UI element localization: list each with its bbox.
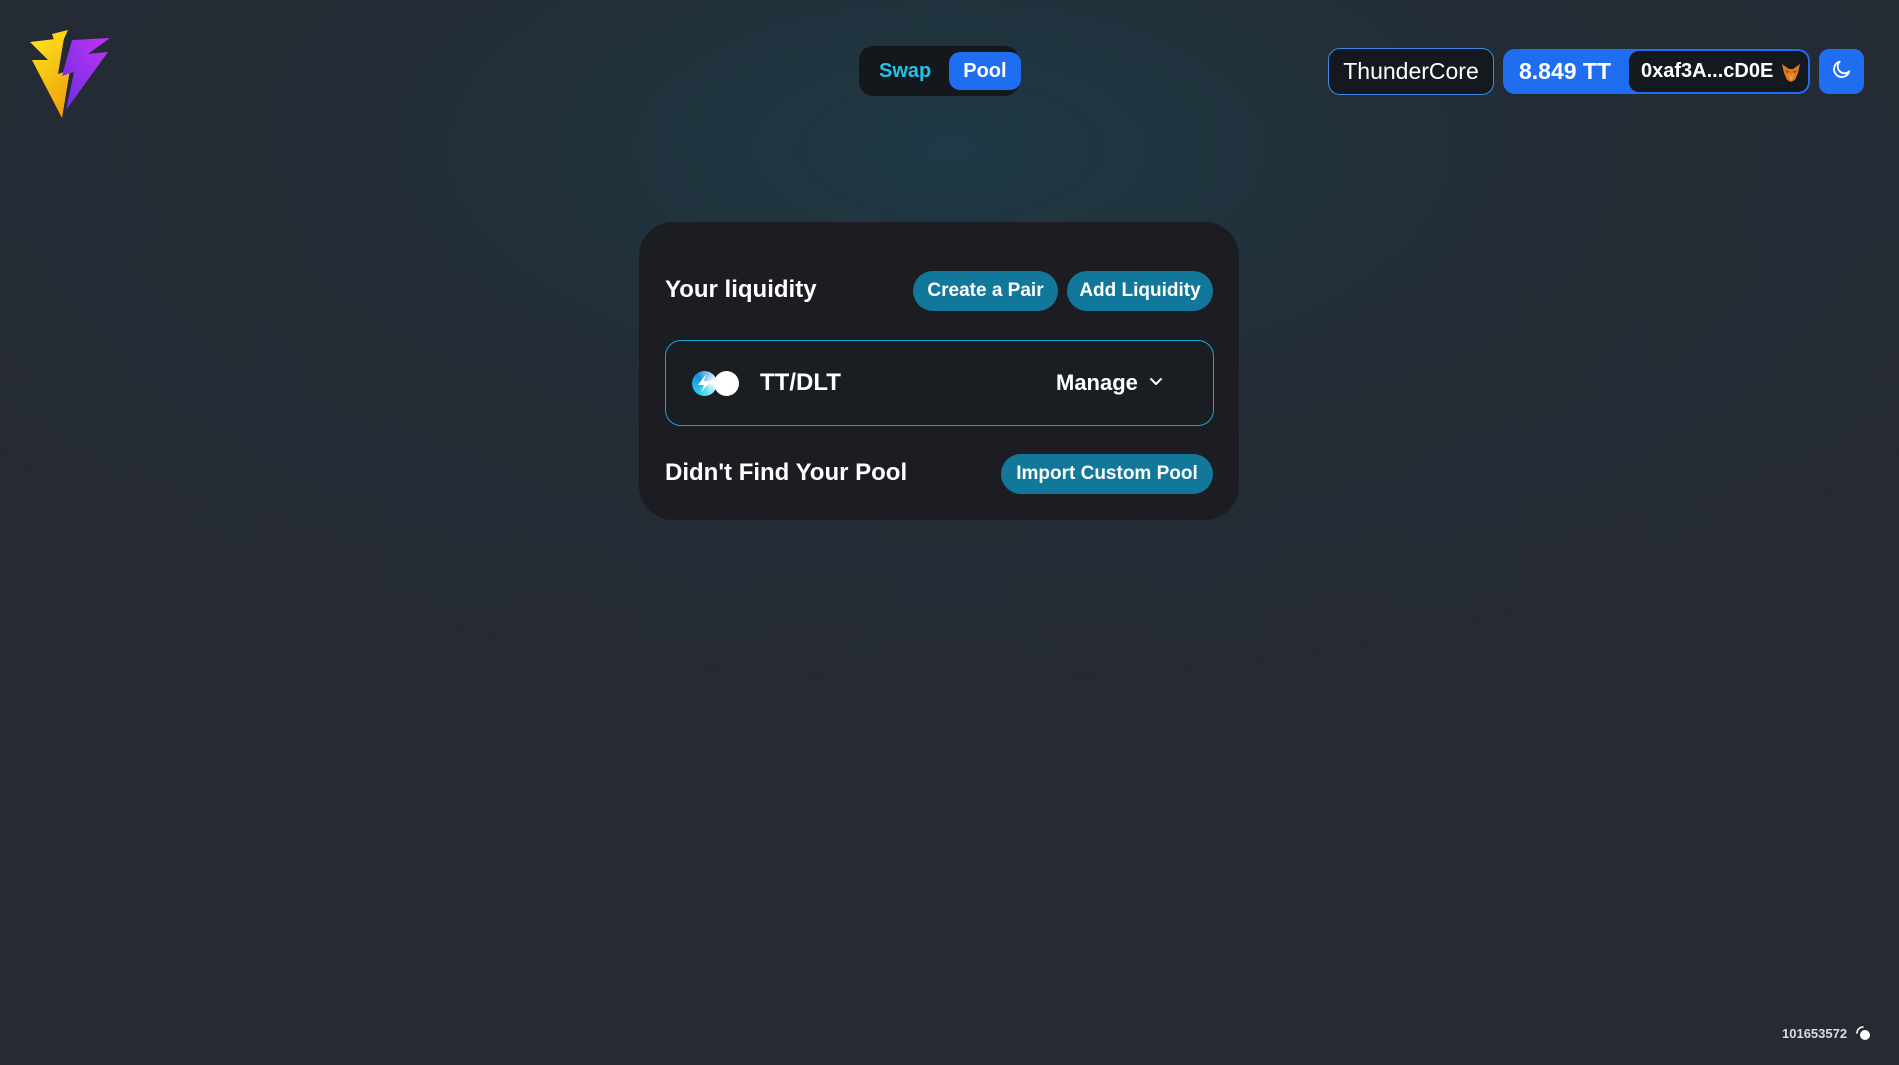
block-number: 101653572 [1782, 1025, 1848, 1041]
chevron-down-icon [1148, 373, 1164, 394]
tab-swap[interactable]: Swap [865, 52, 945, 90]
wallet-address: 0xaf3A...cD0E [1641, 60, 1774, 82]
block-sync-icon [1853, 1023, 1873, 1043]
manage-button[interactable]: Manage [1056, 367, 1164, 399]
swap-pool-toggle: Swap Pool [859, 46, 1021, 96]
pool-not-found-text: Didn't Find Your Pool [665, 459, 908, 486]
import-custom-pool-button[interactable]: Import Custom Pool [1001, 454, 1213, 494]
network-selector-button[interactable]: ThunderCore [1328, 48, 1494, 95]
liquidity-card: Your liquidity Create a Pair Add Liquidi… [639, 222, 1239, 520]
create-pair-button[interactable]: Create a Pair [913, 271, 1058, 311]
thunder-logo-icon[interactable] [28, 30, 112, 120]
pair-icons [692, 371, 742, 397]
wallet-balance: 8.849 TT [1518, 58, 1612, 84]
block-status: 101653572 [1782, 1022, 1873, 1044]
add-liquidity-button[interactable]: Add Liquidity [1067, 271, 1213, 311]
account-group: 8.849 TT 0xaf3A...cD0E [1503, 49, 1810, 94]
tab-pool[interactable]: Pool [949, 52, 1021, 90]
theme-toggle-button[interactable] [1819, 49, 1864, 94]
card-title: Your liquidity [665, 276, 817, 303]
pool-row[interactable]: TT/DLT Manage [665, 340, 1214, 426]
dlt-token-icon [714, 371, 739, 396]
pair-name: TT/DLT [760, 369, 841, 396]
moon-icon [1831, 58, 1853, 85]
manage-label: Manage [1056, 370, 1138, 395]
wallet-address-button[interactable]: 0xaf3A...cD0E [1629, 51, 1808, 92]
metamask-fox-icon [1780, 61, 1802, 83]
